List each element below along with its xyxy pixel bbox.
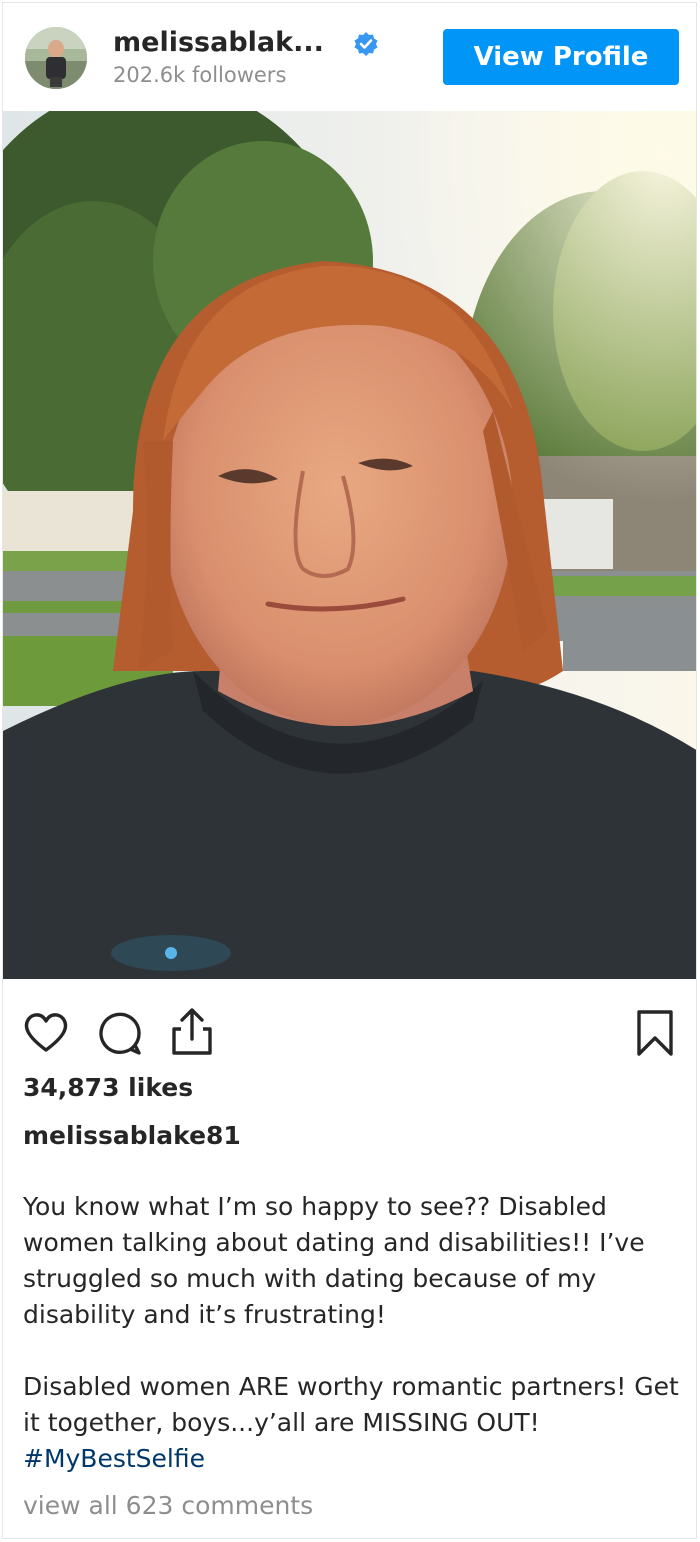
follower-count: 202.6k followers [113, 63, 287, 87]
profile-avatar[interactable] [25, 27, 87, 89]
view-all-comments-link[interactable]: view all 623 comments [23, 1491, 313, 1520]
post-caption: You know what I’m so happy to see?? Disa… [23, 1189, 683, 1477]
instagram-embed-card: melissablak... 202.6k followers View Pro… [2, 2, 697, 1539]
post-author[interactable]: melissablake81 [23, 1121, 241, 1150]
post-header: melissablak... 202.6k followers View Pro… [3, 3, 696, 111]
post-action-bar [3, 1003, 696, 1063]
comment-icon[interactable] [97, 1011, 143, 1061]
caption-text: Disabled women ARE worthy romantic partn… [23, 1372, 679, 1437]
view-profile-button[interactable]: View Profile [443, 29, 679, 85]
share-icon[interactable] [169, 1007, 215, 1061]
like-count[interactable]: 34,873 likes [23, 1073, 193, 1102]
verified-badge-icon [353, 31, 379, 57]
heart-icon[interactable] [23, 1011, 69, 1057]
post-photo[interactable] [3, 111, 696, 979]
caption-paragraph: You know what I’m so happy to see?? Disa… [23, 1192, 645, 1329]
bookmark-icon[interactable] [635, 1009, 675, 1061]
hashtag-link[interactable]: #MyBestSelfie [23, 1444, 205, 1473]
profile-username[interactable]: melissablak... [113, 27, 324, 58]
caption-paragraph-2: Disabled women ARE worthy romantic partn… [23, 1369, 683, 1477]
